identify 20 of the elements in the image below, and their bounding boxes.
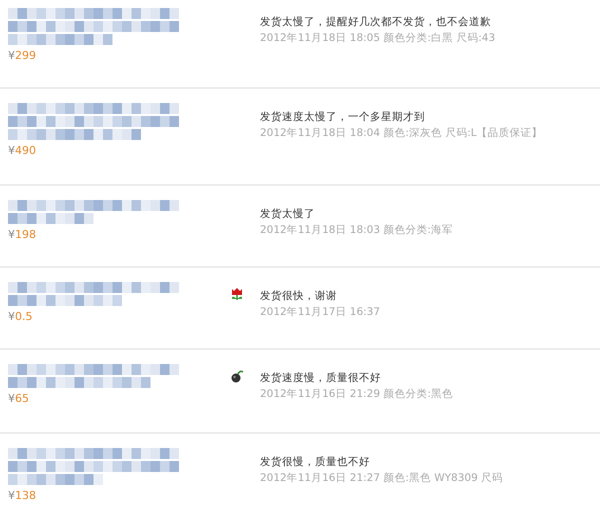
price: ¥198 <box>8 228 37 241</box>
review-details: 2012年11月17日 16:37 <box>260 306 380 319</box>
review-comment: 发货很快，谢谢 <box>260 290 338 303</box>
review-details: 2012年11月16日 21:29 颜色分类:黑色 <box>260 388 453 401</box>
price: ¥490 <box>8 144 37 157</box>
bomb-icon <box>230 369 244 383</box>
price: ¥65 <box>8 392 30 405</box>
review-comment: 发货太慢了，提醒好几次都不发货，也不会道歉 <box>260 16 492 29</box>
price: ¥0.5 <box>8 310 34 323</box>
review-comment: 发货速度太慢了，一个多星期才到 <box>260 111 426 124</box>
flower-icon <box>230 287 244 301</box>
review-details: 2012年11月16日 21:27 颜色:黑色 WY8309 尺码 <box>260 472 504 485</box>
review-comment: 发货速度慢，质量很不好 <box>260 372 382 385</box>
price: ¥138 <box>8 489 37 502</box>
review-comment: 发货很慢，质量也不好 <box>260 456 371 469</box>
review-details: 2012年11月18日 18:05 颜色分类:白黑 尺码:43 <box>260 32 496 45</box>
review-details: 2012年11月18日 18:04 颜色:深灰色 尺码:L【品质保证】 <box>260 127 543 140</box>
price: ¥299 <box>8 49 37 62</box>
review-details: 2012年11月18日 18:03 颜色分类:海军 <box>260 224 453 237</box>
review-comment: 发货太慢了 <box>260 208 316 221</box>
